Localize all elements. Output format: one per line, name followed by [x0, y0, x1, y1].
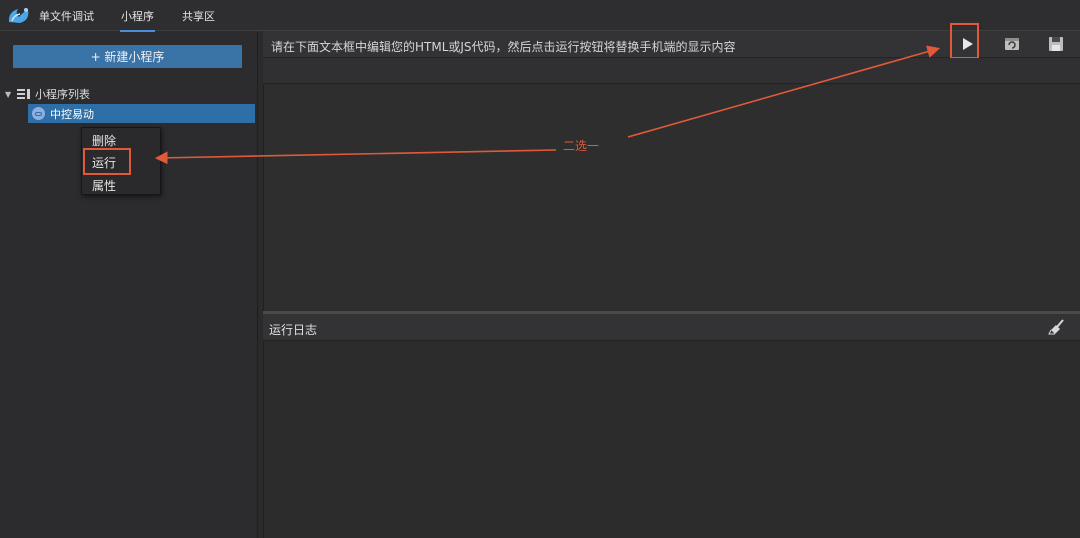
tree-root-label: 小程序列表 [35, 88, 90, 101]
menu-item-properties[interactable]: 属性 [92, 177, 116, 194]
mini-program-icon [32, 107, 45, 120]
editor-subbar [263, 58, 1080, 84]
run-button-highlight-box [950, 23, 979, 59]
log-title: 运行日志 [269, 323, 318, 337]
expand-arrow-icon[interactable]: ▼ [5, 90, 15, 99]
log-output [263, 342, 1080, 538]
new-mini-program-button[interactable]: + 新建小程序 [13, 45, 242, 68]
list-icon [17, 89, 30, 99]
editor-hint-text: 请在下面文本框中编辑您的HTML或JS代码，然后点击运行按钮将替换手机端的显示内… [271, 40, 736, 54]
tree-item-label: 中控易动 [50, 107, 94, 121]
annotation-label: 二选一 [563, 139, 600, 153]
log-header: 运行日志 [263, 314, 1080, 341]
broom-icon[interactable] [1048, 318, 1066, 336]
app-logo-icon [8, 8, 29, 23]
top-navigation: 单文件调试 小程序 共享区 [0, 0, 1080, 32]
tree-item-mini-program[interactable]: 中控易动 [28, 104, 255, 123]
refresh-icon[interactable] [1003, 35, 1021, 53]
sidebar: + 新建小程序 ▼ 小程序列表 中控易动 [0, 32, 258, 538]
tab-mini-program[interactable]: 小程序 [120, 8, 155, 32]
run-menu-highlight-box [83, 148, 131, 175]
tab-shared-area[interactable]: 共享区 [182, 8, 215, 24]
code-editor[interactable] [263, 85, 1080, 311]
save-icon[interactable] [1047, 35, 1065, 53]
tab-single-file-debug[interactable]: 单文件调试 [39, 8, 94, 24]
tree-root[interactable]: ▼ 小程序列表 [5, 86, 90, 102]
menu-item-delete[interactable]: 删除 [92, 132, 116, 149]
app-window: 单文件调试 小程序 共享区 + 新建小程序 ▼ 小程序列表 中控易动 删除 运行… [0, 0, 1080, 538]
